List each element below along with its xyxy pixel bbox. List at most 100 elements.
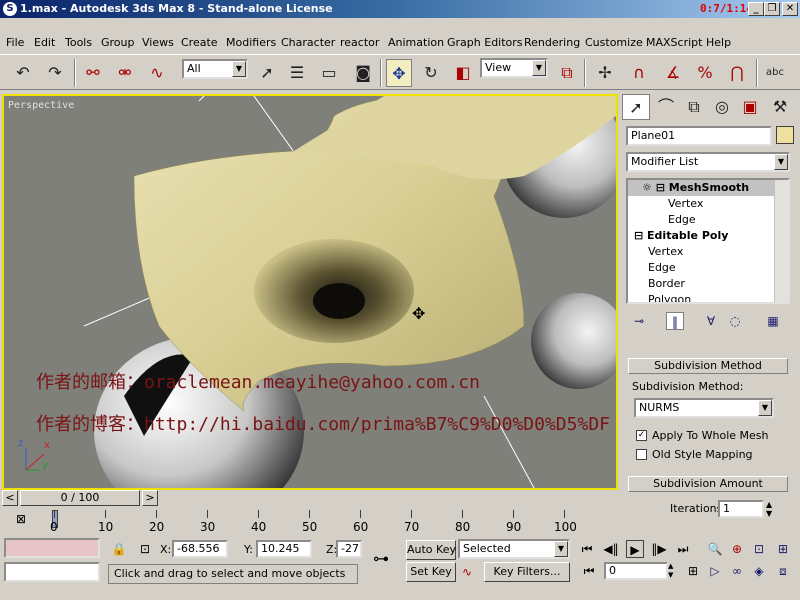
menu-tools[interactable]: Tools: [65, 36, 92, 49]
menu-group[interactable]: Group: [101, 36, 135, 49]
utilities-tab-icon[interactable]: ⚒: [766, 94, 794, 120]
menu-animation[interactable]: Animation: [388, 36, 444, 49]
display-tab-icon[interactable]: ▣: [736, 94, 764, 120]
stack-item-poly-vertex[interactable]: Vertex: [648, 244, 683, 260]
field-of-view-icon[interactable]: ▷: [706, 562, 724, 580]
menu-reactor[interactable]: reactor: [340, 36, 379, 49]
viewport-label[interactable]: Perspective: [8, 100, 74, 111]
zoom-extents-all-icon[interactable]: ⊞: [774, 540, 792, 558]
menu-help[interactable]: Help: [706, 36, 731, 49]
iterations-spinner-icon[interactable]: ▲ ▼: [766, 500, 772, 518]
hierarchy-tab-icon[interactable]: ⧉: [680, 94, 708, 120]
menu-modifiers[interactable]: Modifiers: [226, 36, 276, 49]
current-frame-field[interactable]: 0: [604, 562, 668, 580]
stack-item-editable-poly[interactable]: ⊟ Editable Poly: [634, 228, 728, 244]
modifier-stack[interactable]: ☼ ⊟ MeshSmooth Vertex Edge ⊟ Editable Po…: [626, 178, 790, 304]
stack-scrollbar[interactable]: [774, 180, 788, 302]
key-mode-dropdown[interactable]: Selected ▼: [458, 539, 570, 559]
menu-edit[interactable]: Edit: [34, 36, 55, 49]
restore-button[interactable]: ❐: [764, 2, 780, 16]
apply-whole-mesh-checkbox[interactable]: ✓: [636, 430, 647, 441]
edit-named-selection-icon[interactable]: abc: [762, 59, 788, 87]
perspective-viewport[interactable]: Perspective 作者的邮箱：oraclemean.meayihe@yah…: [2, 94, 618, 490]
time-slider-thumb[interactable]: 0 / 100: [20, 490, 140, 506]
track-bar[interactable]: ⊠ 0 10 20 30 40 50 60 70 80 90 100: [2, 508, 618, 534]
select-by-name-icon[interactable]: ☰: [284, 59, 310, 87]
angle-snap-icon[interactable]: ∡: [660, 59, 686, 87]
lock-selection-icon[interactable]: 🔒: [110, 540, 128, 558]
zoom-all-icon[interactable]: ⊕: [728, 540, 746, 558]
previous-frame-icon[interactable]: ◀‖: [602, 540, 620, 558]
modify-tab-icon[interactable]: ⌒: [652, 94, 680, 120]
minimize-button[interactable]: _: [748, 2, 764, 16]
time-prev-button[interactable]: <: [2, 490, 18, 506]
percent-snap-icon[interactable]: %: [692, 59, 718, 87]
configure-modifier-sets-icon[interactable]: ▦: [764, 312, 782, 330]
time-next-button[interactable]: >: [142, 490, 158, 506]
motion-tab-icon[interactable]: ◎: [708, 94, 736, 120]
pan-view-icon[interactable]: ∞: [728, 562, 746, 580]
absolute-mode-icon[interactable]: ⊡: [136, 540, 154, 558]
select-object-icon[interactable]: ➚: [254, 59, 280, 87]
frame-spinner-icon[interactable]: ▲ ▼: [668, 562, 673, 580]
set-key-mode-icon[interactable]: ⊶: [368, 550, 394, 568]
key-mode-toggle-icon[interactable]: ⏮: [580, 562, 598, 580]
iterations-field[interactable]: 1: [718, 500, 764, 518]
remove-modifier-icon[interactable]: ◌: [726, 312, 744, 330]
sphere-object[interactable]: [531, 293, 616, 389]
pivot-center-icon[interactable]: ⧉: [554, 59, 580, 87]
spinner-snap-icon[interactable]: ⋂: [724, 59, 750, 87]
reference-coordinate-dropdown[interactable]: View ▼: [480, 58, 548, 78]
window-crossing-icon[interactable]: ◙: [350, 59, 376, 87]
go-to-end-icon[interactable]: ⏭: [674, 540, 692, 558]
maximize-viewport-icon[interactable]: ⧈: [774, 562, 792, 580]
object-color-swatch[interactable]: [776, 126, 794, 144]
undo-icon[interactable]: ↶: [10, 59, 36, 87]
menu-graph-editors[interactable]: Graph Editors: [447, 36, 523, 49]
play-icon[interactable]: ▶: [626, 540, 644, 558]
stack-item-poly-polygon[interactable]: Polygon: [648, 292, 691, 302]
x-coordinate-field[interactable]: -68.556: [172, 540, 228, 558]
stack-item-meshsmooth[interactable]: ☼ ⊟ MeshSmooth: [642, 180, 749, 196]
app-icon[interactable]: S: [3, 2, 17, 16]
rectangular-selection-icon[interactable]: ▭: [316, 59, 342, 87]
stack-item-poly-edge[interactable]: Edge: [648, 260, 676, 276]
select-and-move-icon[interactable]: ✥: [386, 59, 412, 87]
manipulate-icon[interactable]: ✢: [592, 59, 618, 87]
select-and-rotate-icon[interactable]: ↻: [418, 59, 444, 87]
bind-to-space-warp-icon[interactable]: ∿: [144, 59, 170, 87]
subdivision-method-rollout[interactable]: Subdivision Method: [628, 358, 788, 374]
curve-editor-icon[interactable]: ⊠: [12, 510, 30, 528]
y-coordinate-field[interactable]: 10.245: [256, 540, 312, 558]
maxscript-listener-mini[interactable]: [4, 538, 100, 558]
show-end-result-icon[interactable]: ‖: [666, 312, 684, 330]
menu-maxscript[interactable]: MAXScript: [646, 36, 702, 49]
create-tab-icon[interactable]: ➚: [622, 94, 650, 120]
select-and-scale-icon[interactable]: ◧: [450, 59, 476, 87]
stack-item-poly-border[interactable]: Border: [648, 276, 685, 292]
next-frame-icon[interactable]: ‖▶: [650, 540, 668, 558]
go-to-start-icon[interactable]: ⏮: [578, 540, 596, 558]
object-name-field[interactable]: Plane01: [626, 126, 772, 146]
stack-item-meshsmooth-edge[interactable]: Edge: [668, 212, 696, 228]
subdivision-method-dropdown[interactable]: NURMS ▼: [634, 398, 774, 418]
modifier-list-dropdown[interactable]: Modifier List ▼: [626, 152, 790, 172]
zoom-extents-icon[interactable]: ⊡: [750, 540, 768, 558]
set-key-button[interactable]: Set Key: [406, 562, 456, 582]
select-and-link-icon[interactable]: ⚯: [80, 59, 106, 87]
subdivision-amount-rollout[interactable]: Subdivision Amount: [628, 476, 788, 492]
default-in-out-tangents-icon[interactable]: ∿: [458, 563, 476, 581]
zoom-icon[interactable]: 🔍: [706, 540, 724, 558]
z-coordinate-field[interactable]: -27.0: [336, 540, 362, 558]
menu-views[interactable]: Views: [142, 36, 174, 49]
maxscript-input-mini[interactable]: [4, 562, 100, 582]
arc-rotate-icon[interactable]: ◈: [750, 562, 768, 580]
menu-character[interactable]: Character: [281, 36, 335, 49]
unlink-selection-icon[interactable]: ⚮: [112, 59, 138, 87]
menu-file[interactable]: File: [6, 36, 24, 49]
snaps-toggle-icon[interactable]: ∩: [626, 59, 652, 87]
old-style-mapping-checkbox[interactable]: [636, 449, 647, 460]
menu-rendering[interactable]: Rendering: [524, 36, 580, 49]
stack-item-meshsmooth-vertex[interactable]: Vertex: [668, 196, 703, 212]
make-unique-icon[interactable]: ∀: [702, 312, 720, 330]
